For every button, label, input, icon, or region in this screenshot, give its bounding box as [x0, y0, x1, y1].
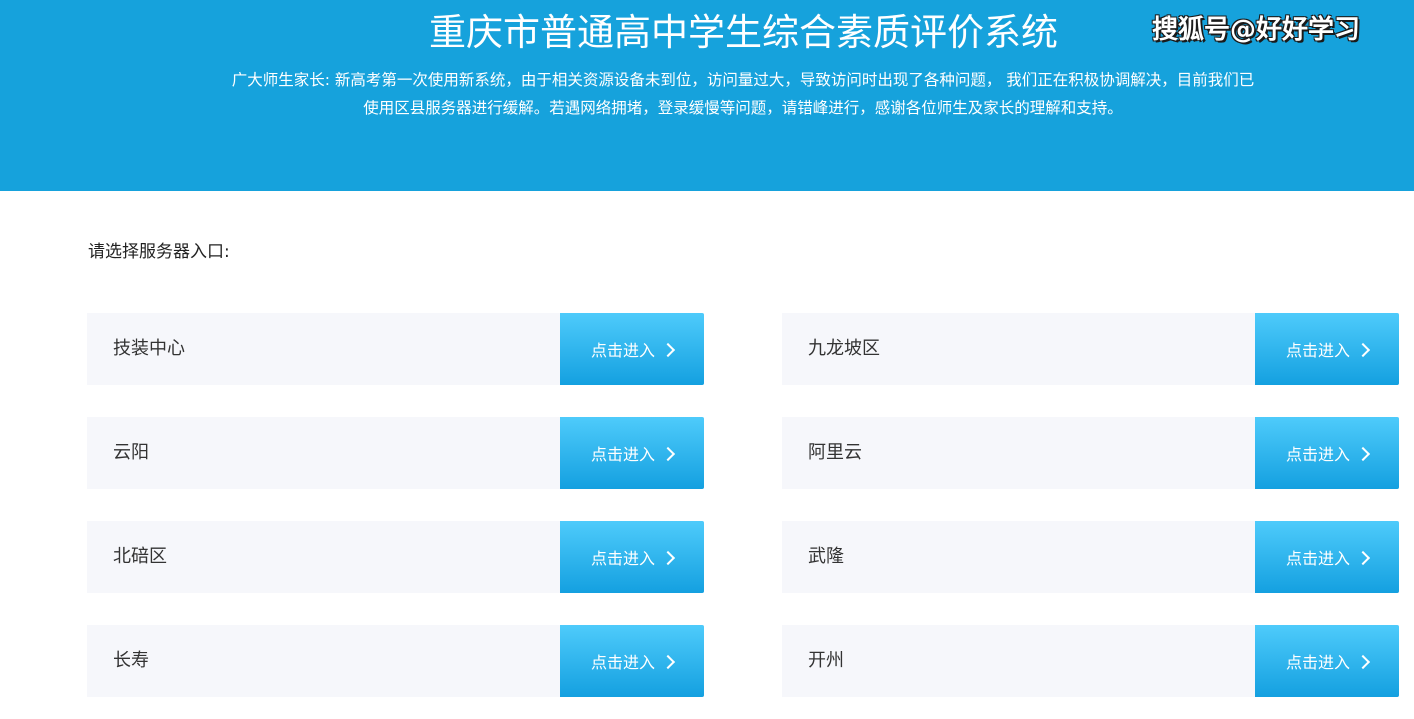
watermark-text: 搜狐号@好好学习: [1152, 15, 1361, 45]
chevron-right-icon: [660, 550, 676, 565]
server-entry-name: 长寿: [113, 650, 149, 671]
notice-text: 广大师生家长: 新高考第一次使用新系统，由于相关资源设备未到位，访问量过大，导致…: [200, 66, 1286, 122]
enter-button[interactable]: 点击进入: [560, 625, 704, 697]
enter-button-label: 点击进入: [590, 653, 655, 672]
enter-button[interactable]: 点击进入: [1255, 521, 1399, 593]
server-entry-name: 九龙坡区: [808, 338, 880, 359]
chevron-right-icon: [660, 342, 676, 357]
chevron-right-icon: [660, 446, 676, 461]
enter-button-label: 点击进入: [590, 445, 655, 464]
enter-button[interactable]: 点击进入: [560, 313, 704, 385]
server-entry: 长寿 点击进入: [87, 625, 704, 697]
server-entry-name: 阿里云: [808, 442, 862, 463]
server-entry: 技装中心 点击进入: [87, 313, 704, 385]
server-entry-name: 开州: [808, 650, 844, 671]
enter-button-label: 点击进入: [1285, 445, 1350, 464]
server-entry-name: 北碚区: [113, 546, 167, 567]
chevron-right-icon: [1355, 446, 1371, 461]
enter-button-label: 点击进入: [1285, 549, 1350, 568]
server-entry: 开州 点击进入: [782, 625, 1399, 697]
enter-button[interactable]: 点击进入: [560, 417, 704, 489]
server-entry-name: 武隆: [808, 546, 844, 567]
server-entry: 九龙坡区 点击进入: [782, 313, 1399, 385]
server-select-prompt: 请选择服务器入口:: [88, 242, 230, 262]
server-entry: 云阳 点击进入: [87, 417, 704, 489]
server-entry-name: 云阳: [113, 442, 149, 463]
chevron-right-icon: [660, 654, 676, 669]
chevron-right-icon: [1355, 342, 1371, 357]
enter-button-label: 点击进入: [590, 549, 655, 568]
enter-button-label: 点击进入: [1285, 653, 1350, 672]
enter-button[interactable]: 点击进入: [1255, 625, 1399, 697]
server-entry: 北碚区 点击进入: [87, 521, 704, 593]
enter-button[interactable]: 点击进入: [1255, 313, 1399, 385]
chevron-right-icon: [1355, 550, 1371, 565]
enter-button-label: 点击进入: [590, 341, 655, 360]
notice-line: 广大师生家长: 新高考第一次使用新系统，由于相关资源设备未到位，访问量过大，导致…: [231, 71, 1255, 89]
server-entry-name: 技装中心: [113, 338, 185, 359]
enter-button[interactable]: 点击进入: [1255, 417, 1399, 489]
notice-line: 使用区县服务器进行缓解。若遇网络拥堵，登录缓慢等问题，请错峰进行，感谢各位师生及…: [363, 99, 1123, 117]
page-header: 重庆市普通高中学生综合素质评价系统 搜狐号@好好学习 广大师生家长: 新高考第一…: [0, 0, 1414, 191]
server-entry: 阿里云 点击进入: [782, 417, 1399, 489]
server-entry: 武隆 点击进入: [782, 521, 1399, 593]
enter-button[interactable]: 点击进入: [560, 521, 704, 593]
chevron-right-icon: [1355, 654, 1371, 669]
enter-button-label: 点击进入: [1285, 341, 1350, 360]
